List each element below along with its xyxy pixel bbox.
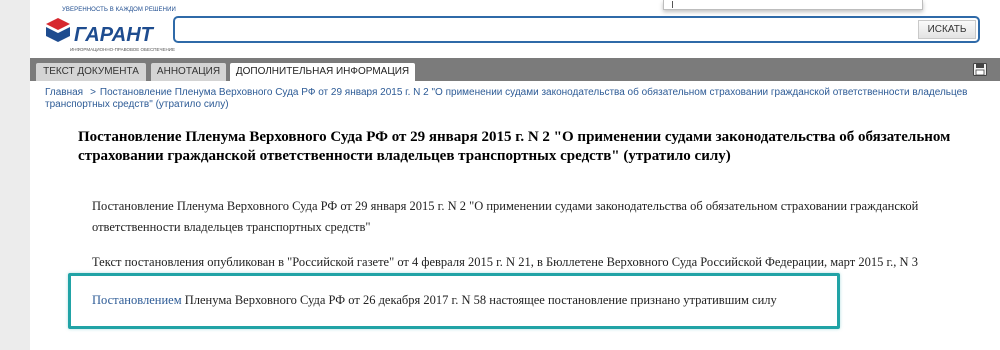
tab-annotation[interactable]: АННОТАЦИЯ [151, 63, 226, 81]
search-suggestions-dropdown[interactable] [663, 0, 923, 10]
logo-subtitle: ИНФОРМАЦИОННО-ПРАВОВОЕ ОБЕСПЕЧЕНИЕ [70, 47, 175, 52]
highlight-frame [68, 273, 840, 329]
search-box: ИСКАТЬ [173, 16, 980, 43]
garant-logo[interactable]: ГАРАНТ [44, 14, 156, 50]
logo-tagline: УВЕРЕННОСТЬ В КАЖДОМ РЕШЕНИИ [62, 7, 176, 13]
floppy-disk-icon[interactable] [973, 63, 987, 76]
page: УВЕРЕННОСТЬ В КАЖДОМ РЕШЕНИИ ГАРАНТ ИНФО… [30, 0, 1000, 350]
breadcrumb-home-link[interactable]: Главная [45, 87, 83, 98]
tab-additional-info[interactable]: ДОПОЛНИТЕЛЬНАЯ ИНФОРМАЦИЯ [230, 63, 415, 81]
header: УВЕРЕННОСТЬ В КАЖДОМ РЕШЕНИИ ГАРАНТ ИНФО… [30, 0, 1000, 58]
search-input[interactable] [178, 20, 918, 39]
tab-document-text[interactable]: ТЕКСТ ДОКУМЕНТА [36, 63, 146, 81]
breadcrumb-current-link[interactable]: Постановление Пленума Верховного Суда РФ… [45, 87, 967, 110]
tab-bar: ТЕКСТ ДОКУМЕНТА АННОТАЦИЯ ДОПОЛНИТЕЛЬНАЯ… [30, 58, 1000, 81]
search-button[interactable]: ИСКАТЬ [918, 20, 976, 39]
text-cursor [672, 1, 673, 8]
breadcrumb: Главная > Постановление Пленума Верховного… [45, 87, 985, 111]
logo-emblem-icon [46, 18, 70, 42]
document-paragraph-name: Постановление Пленума Верховного Суда РФ… [92, 199, 919, 234]
breadcrumb-separator: > [90, 87, 96, 98]
logo-wordmark: ГАРАНТ [74, 24, 155, 46]
document-paragraph-publication: Текст постановления опубликован в "Росси… [92, 255, 918, 269]
document-title: Постановление Пленума Верховного Суда РФ… [78, 129, 951, 164]
